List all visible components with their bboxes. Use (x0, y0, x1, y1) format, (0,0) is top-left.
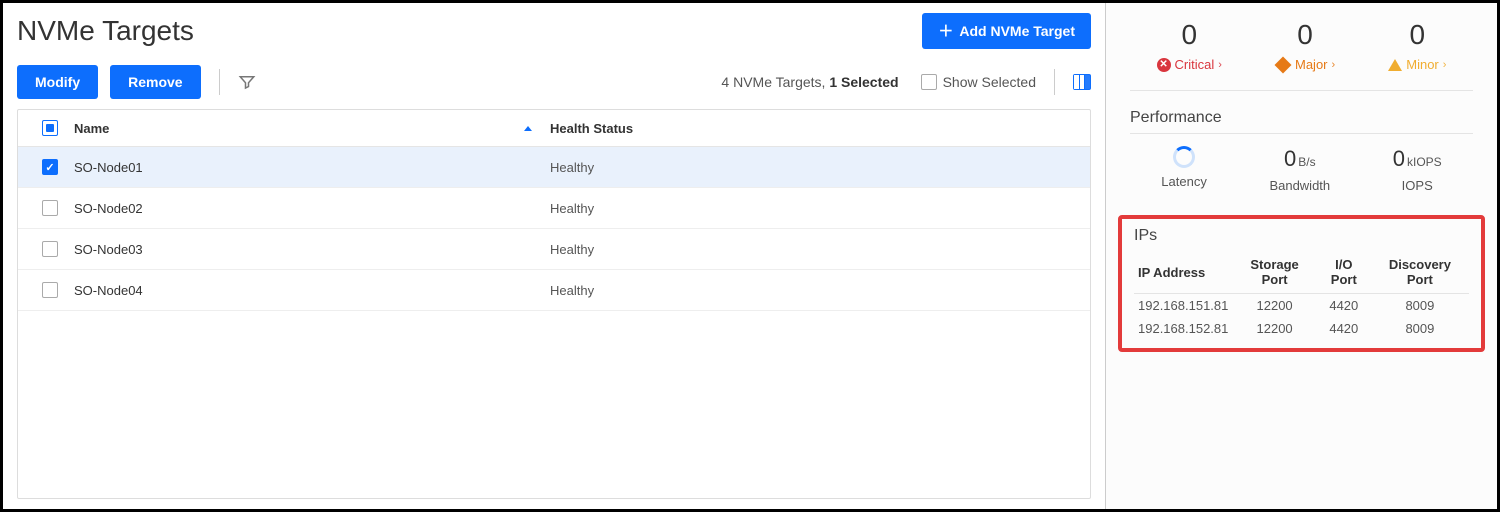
table-row[interactable]: SO-Node03 Healthy (18, 229, 1090, 270)
perf-bandwidth: 0 B/s Bandwidth (1269, 146, 1330, 193)
table-row[interactable]: SO-Node01 Healthy (18, 147, 1090, 188)
cell-health: Healthy (550, 283, 1078, 298)
ips-col-storage: Storage Port (1232, 251, 1316, 294)
plus-icon: ＋ (938, 24, 953, 39)
cell-health: Healthy (550, 160, 1078, 175)
ips-cell-ip: 192.168.152.81 (1134, 317, 1232, 340)
alarm-summary: 0 ✕ Critical › 0 Major › 0 Minor › (1130, 13, 1473, 91)
table-row[interactable]: SO-Node02 Healthy (18, 188, 1090, 229)
cell-name: SO-Node02 (70, 201, 550, 216)
column-header-health[interactable]: Health Status (550, 121, 1078, 136)
remove-button[interactable]: Remove (110, 65, 200, 99)
alarm-critical-link[interactable]: ✕ Critical › (1157, 57, 1222, 72)
perf-bandwidth-unit: B/s (1298, 155, 1315, 169)
perf-latency: Latency (1161, 146, 1207, 193)
selection-summary: 4 NVMe Targets, 1 Selected (721, 74, 898, 90)
show-selected-toggle[interactable]: Show Selected (921, 74, 1036, 90)
ips-section-highlight: IPs IP Address Storage Port I/O Port Dis… (1118, 215, 1485, 352)
row-checkbox[interactable] (42, 159, 58, 175)
ips-col-discovery: Discovery Port (1371, 251, 1469, 294)
row-checkbox[interactable] (42, 200, 58, 216)
performance-section: Performance Latency 0 B/s Bandwidth 0 kI… (1130, 109, 1473, 197)
chevron-right-icon: › (1443, 59, 1447, 71)
column-header-name[interactable]: Name (70, 121, 550, 136)
perf-iops-unit: kIOPS (1407, 155, 1442, 169)
ips-cell-storage: 12200 (1232, 294, 1316, 318)
perf-bandwidth-value: 0 (1284, 146, 1296, 172)
columns-icon[interactable] (1073, 74, 1091, 90)
filter-icon[interactable] (238, 73, 256, 91)
chevron-right-icon: › (1332, 59, 1336, 71)
ips-row: 192.168.151.81 12200 4420 8009 (1134, 294, 1469, 318)
ips-cell-io: 4420 (1317, 294, 1371, 318)
performance-title: Performance (1130, 109, 1473, 134)
ips-cell-io: 4420 (1317, 317, 1371, 340)
toolbar-divider (219, 69, 220, 95)
loading-spinner-icon (1173, 146, 1195, 168)
sort-asc-icon (524, 126, 532, 131)
perf-iops-value: 0 (1393, 146, 1405, 172)
major-icon (1275, 56, 1292, 73)
ips-title: IPs (1134, 227, 1469, 251)
details-panel: 0 ✕ Critical › 0 Major › 0 Minor › P (1105, 3, 1497, 509)
alarm-minor-link[interactable]: Minor › (1388, 57, 1446, 72)
summary-selected: 1 Selected (829, 74, 898, 90)
ips-cell-ip: 192.168.151.81 (1134, 294, 1232, 318)
alarm-minor-count: 0 (1410, 19, 1426, 51)
alarm-major-link[interactable]: Major › (1275, 57, 1335, 72)
perf-iops-label: IOPS (1402, 178, 1433, 193)
column-name-label: Name (74, 121, 109, 136)
alarm-major: 0 Major › (1275, 19, 1335, 72)
perf-latency-label: Latency (1161, 174, 1207, 189)
table-header: Name Health Status (18, 110, 1090, 147)
perf-iops: 0 kIOPS IOPS (1393, 146, 1442, 193)
alarm-minor: 0 Minor › (1388, 19, 1446, 72)
cell-health: Healthy (550, 242, 1078, 257)
alarm-critical: 0 ✕ Critical › (1157, 19, 1222, 72)
alarm-minor-label: Minor (1406, 57, 1439, 72)
show-selected-label: Show Selected (943, 74, 1036, 90)
row-checkbox[interactable] (42, 241, 58, 257)
ips-table: IP Address Storage Port I/O Port Discove… (1134, 251, 1469, 340)
critical-icon: ✕ (1157, 58, 1171, 72)
ips-row: 192.168.152.81 12200 4420 8009 (1134, 317, 1469, 340)
select-all-checkbox[interactable] (42, 120, 58, 136)
summary-prefix: 4 NVMe Targets, (721, 74, 829, 90)
perf-bandwidth-label: Bandwidth (1269, 178, 1330, 193)
chevron-right-icon: › (1218, 59, 1222, 71)
alarm-major-label: Major (1295, 57, 1328, 72)
main-panel: NVMe Targets ＋ Add NVMe Target Modify Re… (3, 3, 1105, 509)
targets-table: Name Health Status SO-Node01 Healthy SO-… (17, 109, 1091, 499)
table-row[interactable]: SO-Node04 Healthy (18, 270, 1090, 311)
show-selected-checkbox[interactable] (921, 74, 937, 90)
ips-cell-storage: 12200 (1232, 317, 1316, 340)
page-title: NVMe Targets (17, 15, 194, 47)
alarm-critical-label: Critical (1175, 57, 1215, 72)
modify-button[interactable]: Modify (17, 65, 98, 99)
ips-col-io: I/O Port (1317, 251, 1371, 294)
toolbar: Modify Remove 4 NVMe Targets, 1 Selected… (17, 65, 1091, 99)
minor-icon (1388, 59, 1402, 71)
row-checkbox[interactable] (42, 282, 58, 298)
cell-name: SO-Node04 (70, 283, 550, 298)
alarm-critical-count: 0 (1181, 19, 1197, 51)
add-button-label: Add NVMe Target (959, 23, 1075, 39)
toolbar-divider-2 (1054, 69, 1055, 95)
cell-name: SO-Node03 (70, 242, 550, 257)
add-nvme-target-button[interactable]: ＋ Add NVMe Target (922, 13, 1091, 49)
ips-col-ip: IP Address (1134, 251, 1232, 294)
ips-cell-discovery: 8009 (1371, 294, 1469, 318)
ips-cell-discovery: 8009 (1371, 317, 1469, 340)
cell-name: SO-Node01 (70, 160, 550, 175)
title-row: NVMe Targets ＋ Add NVMe Target (17, 13, 1091, 49)
alarm-major-count: 0 (1297, 19, 1313, 51)
cell-health: Healthy (550, 201, 1078, 216)
